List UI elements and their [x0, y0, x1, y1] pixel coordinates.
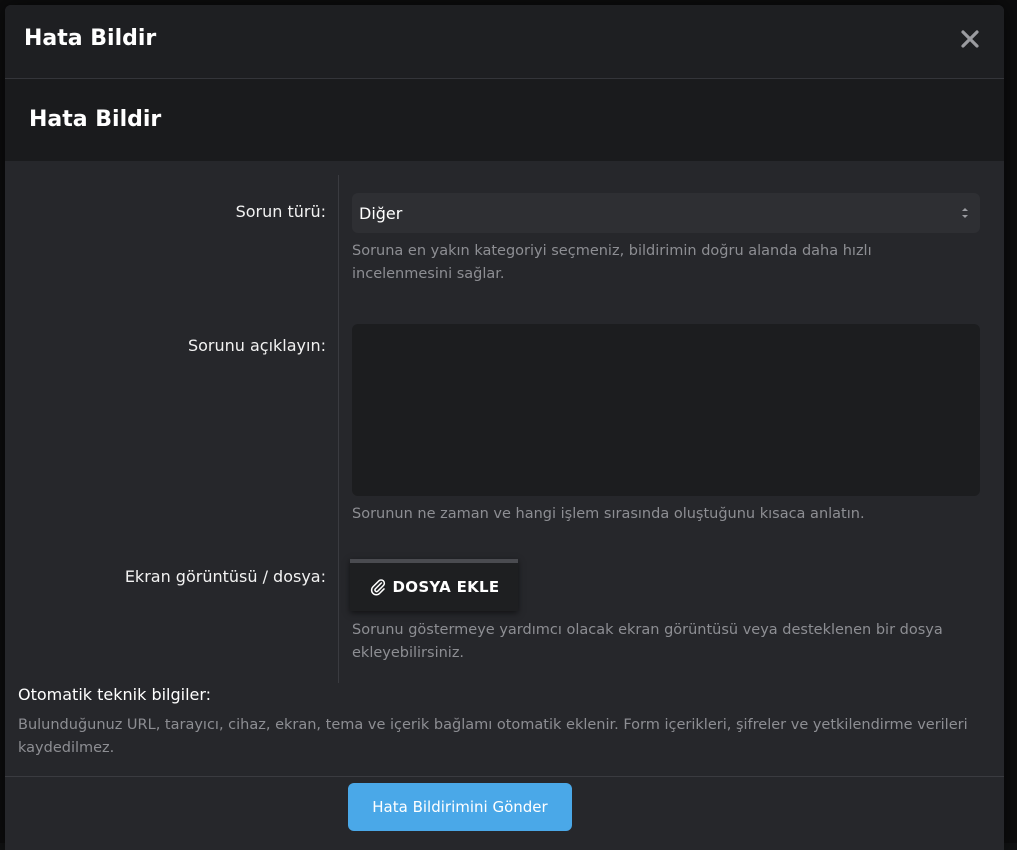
- auto-info-title: Otomatik teknik bilgiler:: [18, 685, 212, 704]
- description-label: Sorunu açıklayın:: [187, 336, 326, 355]
- issue-type-select[interactable]: Diğer: [352, 193, 980, 233]
- auto-info-text: Bulunduğunuz URL, tarayıcı, cihaz, ekran…: [18, 717, 968, 756]
- description-textarea[interactable]: [352, 324, 980, 496]
- modal-footer: Hata Bildirimini Gönder: [5, 776, 1004, 850]
- close-icon: [961, 30, 979, 48]
- report-bug-modal: Hata Bildir Hata Bildir Sorun türü: Diğe…: [5, 5, 1004, 850]
- issue-type-value: Diğer: [359, 203, 403, 223]
- issue-type-label: Sorun türü:: [235, 202, 326, 221]
- attachment-hint: Sorunu göstermeye yardımcı olacak ekran …: [352, 622, 943, 661]
- auto-info: Otomatik teknik bilgiler: Bulunduğunuz U…: [18, 685, 998, 760]
- report-form: Sorun türü: Diğer Soruna en yakın katego…: [5, 161, 1004, 683]
- section-title: Hata Bildir: [29, 107, 162, 132]
- select-arrows-icon: [962, 208, 968, 218]
- add-file-button[interactable]: DOSYA EKLE: [350, 559, 518, 611]
- attachment-label: Ekran görüntüsü / dosya:: [124, 567, 326, 586]
- modal-header: Hata Bildir: [5, 5, 1004, 79]
- modal-title: Hata Bildir: [24, 26, 157, 51]
- description-hint: Sorunun ne zaman ve hangi işlem sırasınd…: [352, 506, 865, 522]
- close-button[interactable]: [958, 27, 982, 51]
- section-header: Hata Bildir: [5, 79, 1004, 161]
- paperclip-icon: [370, 579, 385, 596]
- form-divider: [338, 175, 339, 683]
- issue-type-hint: Soruna en yakın kategoriyi seçmeniz, bil…: [352, 243, 872, 282]
- submit-button[interactable]: Hata Bildirimini Gönder: [348, 783, 572, 831]
- add-file-label: DOSYA EKLE: [392, 578, 500, 596]
